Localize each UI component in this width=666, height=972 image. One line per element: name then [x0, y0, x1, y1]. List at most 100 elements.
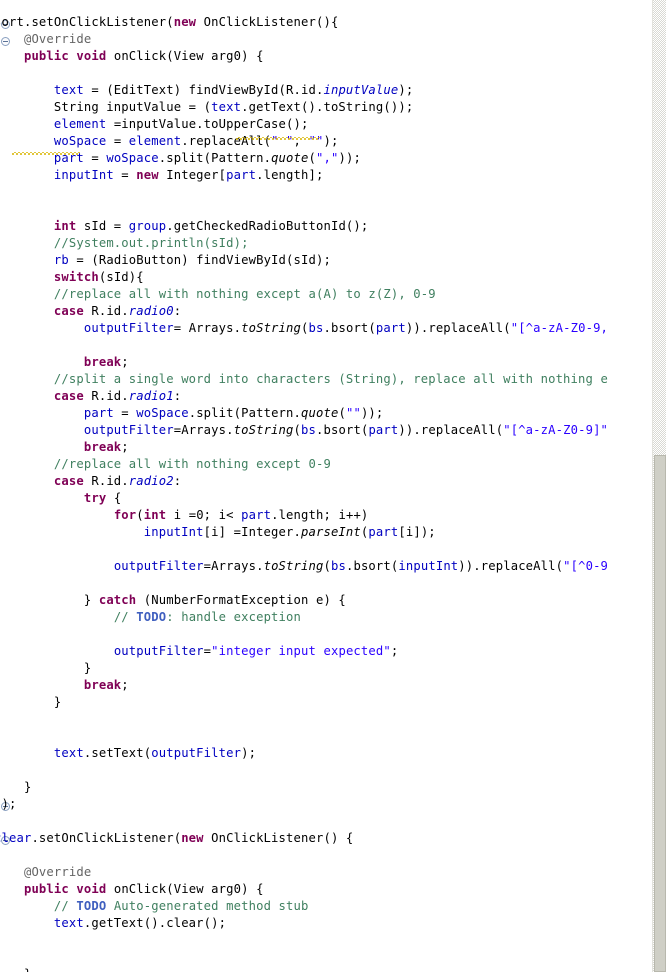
code-line[interactable]: } catch (NumberFormatException e) { [0, 592, 608, 609]
code-line[interactable]: outputFilter= Arrays.toString(bs.bsort(p… [0, 320, 608, 337]
code-line[interactable] [0, 575, 608, 592]
code-line[interactable] [0, 949, 608, 966]
code-line[interactable]: outputFilter=Arrays.toString(bs.bsort(in… [0, 558, 608, 575]
code-token: =Arrays. [173, 423, 234, 437]
code-line[interactable]: @Override [0, 31, 608, 48]
code-line[interactable]: // TODO: handle exception [0, 609, 608, 626]
code-token: "[^a-zA-Z0-9]" [503, 423, 609, 437]
code-line[interactable] [0, 541, 608, 558]
code-token: = [106, 134, 129, 148]
code-line[interactable]: } [0, 660, 608, 677]
code-token: group [128, 219, 167, 233]
code-line[interactable]: break; [0, 439, 608, 456]
code-line[interactable] [0, 813, 608, 830]
code-line[interactable] [0, 184, 608, 201]
code-line[interactable]: switch(sId){ [0, 269, 608, 286]
code-line[interactable]: } [0, 966, 608, 972]
code-line[interactable]: //split a single word into characters (S… [0, 371, 608, 388]
code-token: toString [233, 423, 294, 437]
code-lines[interactable]: sort.setOnClickListener(new OnClickListe… [0, 14, 608, 972]
code-line[interactable]: // TODO Auto-generated method stub [0, 898, 608, 915]
code-token: void [76, 49, 107, 63]
code-line[interactable]: clear.setOnClickListener(new OnClickList… [0, 830, 608, 847]
code-token: radio0 [128, 304, 174, 318]
code-line[interactable]: } [0, 779, 608, 796]
code-line[interactable]: rb = (RadioButton) findViewById(sId); [0, 252, 608, 269]
code-line[interactable] [0, 201, 608, 218]
code-line[interactable]: woSpace = element.replaceAll(" ", ""); [0, 133, 608, 150]
code-line[interactable]: case R.id.radio1: [0, 388, 608, 405]
code-line[interactable]: case R.id.radio0: [0, 303, 608, 320]
code-token: =Arrays. [203, 559, 264, 573]
code-text-area[interactable]: sort.setOnClickListener(new OnClickListe… [0, 0, 652, 972]
code-line[interactable]: sort.setOnClickListener(new OnClickListe… [0, 14, 608, 31]
code-line[interactable] [0, 847, 608, 864]
code-line[interactable] [0, 932, 608, 949]
code-token: element [53, 117, 107, 131]
code-token: public [23, 49, 69, 63]
code-line[interactable]: int sId = group.getCheckedRadioButtonId(… [0, 218, 608, 235]
code-token: case [53, 304, 84, 318]
code-line[interactable]: //replace all with nothing except a(A) t… [0, 286, 608, 303]
code-line[interactable]: outputFilter="integer input expected"; [0, 643, 608, 660]
code-line[interactable]: element =inputValue.toUpperCase(); [0, 116, 608, 133]
code-token: .getCheckedRadioButtonId(); [166, 219, 369, 233]
code-line[interactable]: break; [0, 354, 608, 371]
code-token: ); [398, 83, 414, 97]
code-line[interactable]: part = woSpace.split(Pattern.quote("")); [0, 405, 608, 422]
code-line[interactable]: public void onClick(View arg0) { [0, 881, 608, 898]
code-token: .bsort( [345, 559, 399, 573]
code-line[interactable]: break; [0, 677, 608, 694]
code-line[interactable] [0, 65, 608, 82]
code-line[interactable] [0, 626, 608, 643]
code-line[interactable]: @Override [0, 864, 608, 881]
code-line[interactable]: part = woSpace.split(Pattern.quote(","))… [0, 150, 608, 167]
code-token: quote [301, 406, 339, 420]
code-line[interactable] [0, 762, 608, 779]
code-line[interactable]: text.getText().clear(); [0, 915, 608, 932]
code-token: text [211, 100, 242, 114]
code-line[interactable]: inputInt = new Integer[part.length]; [0, 167, 608, 184]
code-token: ( [301, 321, 309, 335]
code-token: onClick(View arg0) { [106, 882, 264, 896]
code-line[interactable]: try { [0, 490, 608, 507]
code-line[interactable]: //replace all with nothing except 0-9 [0, 456, 608, 473]
code-line[interactable]: String inputValue = (text.getText().toSt… [0, 99, 608, 116]
code-line[interactable] [0, 337, 608, 354]
code-token: part [368, 525, 399, 539]
code-line[interactable]: //System.out.println(sId); [0, 235, 608, 252]
code-line[interactable]: case R.id.radio2: [0, 473, 608, 490]
code-line[interactable]: text = (EditText) findViewById(R.id.inpu… [0, 82, 608, 99]
code-line[interactable]: }); [0, 796, 608, 813]
code-line[interactable]: inputInt[i] =Integer.parseInt(part[i]); [0, 524, 608, 541]
code-line[interactable]: public void onClick(View arg0) { [0, 48, 608, 65]
code-line[interactable]: text.setText(outputFilter); [0, 745, 608, 762]
code-token: text [53, 83, 84, 97]
code-token: (NumberFormatException e) { [136, 593, 346, 607]
code-token: // [53, 899, 77, 913]
code-editor[interactable]: sort.setOnClickListener(new OnClickListe… [0, 0, 666, 972]
code-token: )); [360, 406, 384, 420]
code-token: break [83, 678, 122, 692]
code-line[interactable]: for(int i =0; i< part.length; i++) [0, 507, 608, 524]
code-line[interactable]: outputFilter=Arrays.toString(bs.bsort(pa… [0, 422, 608, 439]
code-line[interactable] [0, 711, 608, 728]
code-line[interactable] [0, 728, 608, 745]
vertical-scrollbar[interactable] [652, 0, 666, 972]
code-token: @Override [23, 865, 92, 879]
code-token: int [143, 508, 167, 522]
code-token: ); [241, 746, 257, 760]
code-token: onClick(View arg0) { [106, 49, 264, 63]
code-token: R.id. [83, 474, 129, 488]
code-token: case [53, 389, 84, 403]
vertical-scrollbar-thumb[interactable] [654, 455, 666, 972]
code-line[interactable]: } [0, 694, 608, 711]
code-token: )).replaceAll( [405, 321, 511, 335]
